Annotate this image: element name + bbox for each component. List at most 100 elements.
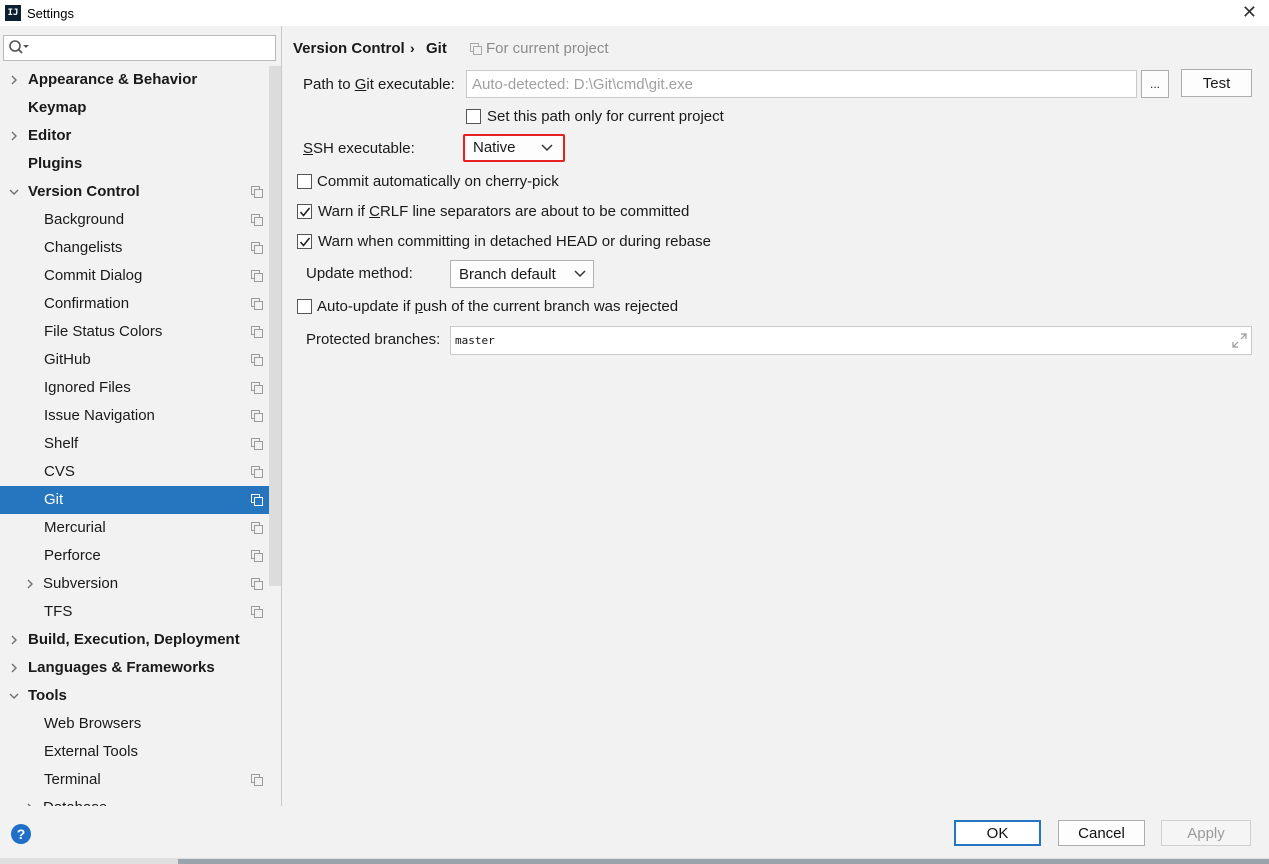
tree-item-keymap[interactable]: Keymap <box>0 94 281 122</box>
tree-item-label: External Tools <box>44 743 138 760</box>
tree-item-external-tools[interactable]: External Tools <box>0 738 281 766</box>
git-path-input[interactable]: Auto-detected: D:\Git\cmd\git.exe <box>466 70 1137 98</box>
scope-label: For current project <box>486 40 609 57</box>
tree-item-appearance-behavior[interactable]: Appearance & Behavior <box>0 66 281 94</box>
close-window-icon[interactable]: ✕ <box>1242 3 1257 21</box>
project-scope-icon <box>251 186 263 198</box>
tree-item-git[interactable]: Git <box>0 486 281 514</box>
project-scope-icon <box>251 242 263 254</box>
tree-item-version-control[interactable]: Version Control <box>0 178 281 206</box>
tree-item-label: Editor <box>28 127 72 144</box>
taskbar-edge <box>178 859 1269 864</box>
tree-item-mercurial[interactable]: Mercurial <box>0 514 281 542</box>
highlight-frame <box>463 134 565 162</box>
settings-search-input[interactable] <box>34 39 270 57</box>
chevron-right-icon[interactable] <box>24 578 36 590</box>
tree-item-github[interactable]: GitHub <box>0 346 281 374</box>
tree-item-web-browsers[interactable]: Web Browsers <box>0 710 281 738</box>
chevron-right-icon[interactable] <box>8 662 20 674</box>
set-path-checkbox[interactable] <box>466 109 481 124</box>
chevron-down-icon[interactable] <box>8 690 20 702</box>
project-scope-icon <box>251 438 263 450</box>
project-scope-icon <box>251 270 263 282</box>
cherry-pick-label: Commit automatically on cherry-pick <box>317 173 559 190</box>
tree-item-label: Changelists <box>44 239 123 256</box>
tree-item-label: Appearance & Behavior <box>28 71 198 88</box>
ssh-executable-label: SSH executable: <box>303 140 415 157</box>
tree-item-label: Terminal <box>44 771 101 788</box>
update-method-value: Branch default <box>459 266 556 283</box>
project-scope-icon <box>251 494 263 506</box>
tree-item-ignored-files[interactable]: Ignored Files <box>0 374 281 402</box>
dialog-footer: ? OK Cancel Apply <box>0 806 1269 864</box>
expand-icon[interactable] <box>1232 333 1247 348</box>
help-icon[interactable]: ? <box>11 824 31 844</box>
tree-item-label: Ignored Files <box>44 379 131 396</box>
tree-item-build-execution-deployment[interactable]: Build, Execution, Deployment <box>0 626 281 654</box>
tree-item-shelf[interactable]: Shelf <box>0 430 281 458</box>
tree-item-plugins[interactable]: Plugins <box>0 150 281 178</box>
settings-tree: Appearance & Behavior Keymap Editor Plugins… <box>0 66 281 806</box>
tree-item-tfs[interactable]: TFS <box>0 598 281 626</box>
tree-item-changelists[interactable]: Changelists <box>0 234 281 262</box>
tree-item-confirmation[interactable]: Confirmation <box>0 290 281 318</box>
tree-item-cvs[interactable]: CVS <box>0 458 281 486</box>
chevron-down-icon[interactable] <box>8 186 20 198</box>
tree-item-label: CVS <box>44 463 75 480</box>
git-settings-panel: Version Control › Git For current projec… <box>283 26 1269 806</box>
window-title: Settings <box>27 5 74 21</box>
chevron-right-icon[interactable] <box>8 130 20 142</box>
warn-detached-checkbox[interactable] <box>297 234 312 249</box>
tree-item-commit-dialog[interactable]: Commit Dialog <box>0 262 281 290</box>
test-button[interactable]: Test <box>1181 69 1252 97</box>
project-scope-icon <box>251 466 263 478</box>
tree-item-database[interactable]: Database <box>0 794 281 806</box>
tree-item-editor[interactable]: Editor <box>0 122 281 150</box>
tree-item-label: Web Browsers <box>44 715 142 732</box>
tree-item-label: Subversion <box>43 575 119 592</box>
auto-update-checkbox[interactable] <box>297 299 312 314</box>
tree-item-label: Commit Dialog <box>44 267 143 284</box>
protected-branches-value: master <box>455 334 495 347</box>
tree-item-perforce[interactable]: Perforce <box>0 542 281 570</box>
settings-sidebar: Appearance & Behavior Keymap Editor Plugins… <box>0 26 282 806</box>
chevron-right-icon[interactable] <box>8 634 20 646</box>
breadcrumb-separator: › <box>410 40 415 56</box>
settings-search-box[interactable] <box>3 35 276 61</box>
project-scope-icon <box>251 354 263 366</box>
breadcrumb-parent: Version Control <box>293 40 405 57</box>
cherry-pick-checkbox[interactable] <box>297 174 312 189</box>
update-method-dropdown[interactable]: Branch default <box>450 260 594 288</box>
tree-item-label: Git <box>44 491 64 508</box>
tree-item-subversion[interactable]: Subversion <box>0 570 281 598</box>
tree-item-label: Plugins <box>28 155 83 172</box>
tree-item-label: Database <box>43 799 107 806</box>
warn-crlf-checkbox[interactable] <box>297 204 312 219</box>
tree-item-label: File Status Colors <box>44 323 163 340</box>
tree-item-tools[interactable]: Tools <box>0 682 281 710</box>
tree-item-label: Shelf <box>44 435 79 452</box>
tree-item-background[interactable]: Background <box>0 206 281 234</box>
tree-item-file-status-colors[interactable]: File Status Colors <box>0 318 281 346</box>
tree-item-issue-navigation[interactable]: Issue Navigation <box>0 402 281 430</box>
chevron-right-icon[interactable] <box>8 74 20 86</box>
protected-branches-input[interactable]: master <box>450 326 1252 355</box>
chevron-down-icon <box>574 270 586 278</box>
ok-button[interactable]: OK <box>954 820 1041 846</box>
checkmark-icon <box>299 237 311 247</box>
project-scope-icon <box>251 298 263 310</box>
browse-button[interactable]: ... <box>1141 70 1169 98</box>
apply-button[interactable]: Apply <box>1161 820 1251 846</box>
tree-item-label: Build, Execution, Deployment <box>28 631 240 648</box>
tree-item-languages-frameworks[interactable]: Languages & Frameworks <box>0 654 281 682</box>
warn-crlf-label: Warn if CRLF line separators are about t… <box>318 203 690 220</box>
cancel-button[interactable]: Cancel <box>1058 820 1145 846</box>
checkmark-icon <box>299 207 311 217</box>
tree-item-label: Keymap <box>28 99 87 116</box>
tree-item-terminal[interactable]: Terminal <box>0 766 281 794</box>
project-scope-icon <box>251 578 263 590</box>
project-scope-icon <box>470 43 482 55</box>
search-icon[interactable] <box>8 39 30 57</box>
project-scope-icon <box>251 410 263 422</box>
sidebar-scrollbar[interactable] <box>269 66 281 586</box>
